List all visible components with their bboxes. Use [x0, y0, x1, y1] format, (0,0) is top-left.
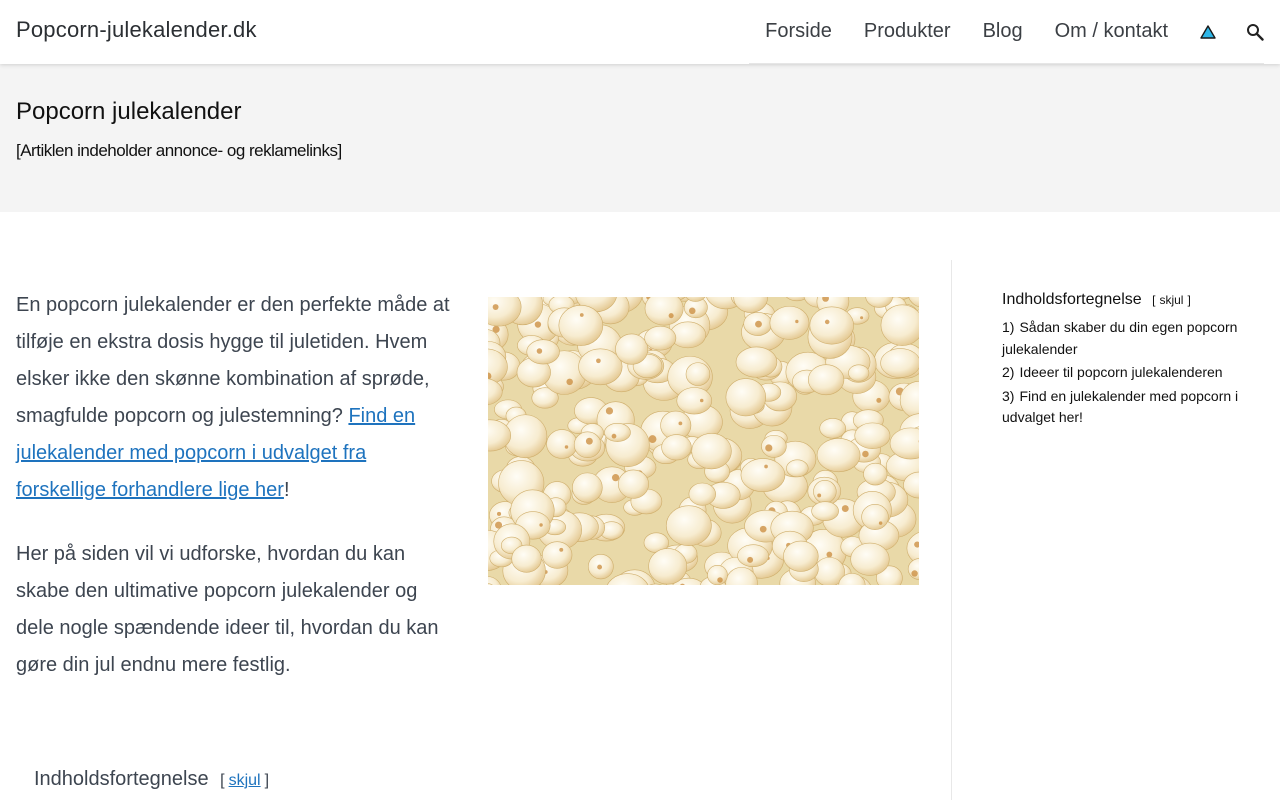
- content-toc-hide-link[interactable]: skjul: [229, 772, 261, 789]
- sidebar-toc-item[interactable]: 2) Ideeer til popcorn julekalenderen: [1002, 362, 1264, 384]
- nav-item-forside[interactable]: Forside: [765, 20, 832, 43]
- content-toc-bracket-close: ]: [264, 772, 270, 789]
- sidebar-toc-item[interactable]: 1) Sådan skaber du din egen popcorn julek…: [1002, 317, 1264, 360]
- sidebar-toc-hide-link[interactable]: skjul: [1159, 293, 1183, 307]
- sidebar-toc-item[interactable]: 3) Find en julekalender med popcorn i udv…: [1002, 386, 1264, 429]
- sidebar-toc-bracket-open: [: [1152, 293, 1156, 307]
- ad-disclaimer: [Artiklen indeholder annonce- og reklame…: [16, 141, 342, 160]
- nav-item-om-kontakt[interactable]: Om / kontakt: [1055, 20, 1168, 43]
- site-title-link[interactable]: Popcorn-julekalender.dk: [16, 17, 257, 43]
- sidebar-divider: [951, 260, 952, 800]
- intro-end: !: [283, 479, 290, 501]
- sidebar-toc: Indholdsfortegnelse [skjul] 1) Sådan skab…: [1002, 291, 1264, 431]
- toc-item-label: Find en julekalender med popcorn i udval…: [1002, 387, 1239, 426]
- popcorn-image: [488, 297, 919, 585]
- content-toc-title: Indholdsfortegnelse: [34, 768, 209, 790]
- toc-item-number: 3): [1002, 387, 1015, 404]
- sidebar-toc-header: Indholdsfortegnelse [skjul]: [1002, 291, 1264, 309]
- nav-item-blog[interactable]: Blog: [983, 20, 1023, 43]
- content-toc: Indholdsfortegnelse [skjul]: [34, 768, 269, 791]
- page-title-band: Popcorn julekalender [Artiklen indeholde…: [0, 64, 1280, 212]
- search-icon[interactable]: [1246, 23, 1264, 41]
- sidebar-toc-title: Indholdsfortegnelse: [1002, 291, 1142, 308]
- main-nav: Forside Produkter Blog Om / kontakt: [749, 0, 1264, 64]
- warning-triangle-icon[interactable]: [1200, 24, 1216, 39]
- toc-item-number: 1): [1002, 319, 1015, 335]
- sidebar-toc-list: 1) Sådan skaber du din egen popcorn julek…: [1002, 317, 1264, 429]
- toc-item-number: 2): [1002, 364, 1015, 380]
- content-toc-toggle-wrap: [skjul]: [220, 772, 269, 789]
- second-paragraph: Her på siden vil vi udforske, hvordan du…: [16, 543, 439, 676]
- nav-item-produkter[interactable]: Produkter: [864, 20, 951, 43]
- intro-paragraph: En popcorn julekalender er den perfekte …: [16, 287, 456, 509]
- sidebar-toc-bracket-close: ]: [1187, 293, 1191, 307]
- sidebar-toc-toggle-wrap: [skjul]: [1152, 293, 1191, 307]
- toc-item-label: Sådan skaber du din egen popcorn julekal…: [1002, 319, 1238, 357]
- content-toc-bracket-open: [: [220, 772, 225, 789]
- page-title: Popcorn julekalender: [16, 98, 242, 125]
- article-intro: En popcorn julekalender er den perfekte …: [16, 287, 456, 711]
- toc-item-label: Ideeer til popcorn julekalenderen: [1019, 364, 1223, 380]
- site-header: Popcorn-julekalender.dk Forside Produkte…: [0, 0, 1280, 64]
